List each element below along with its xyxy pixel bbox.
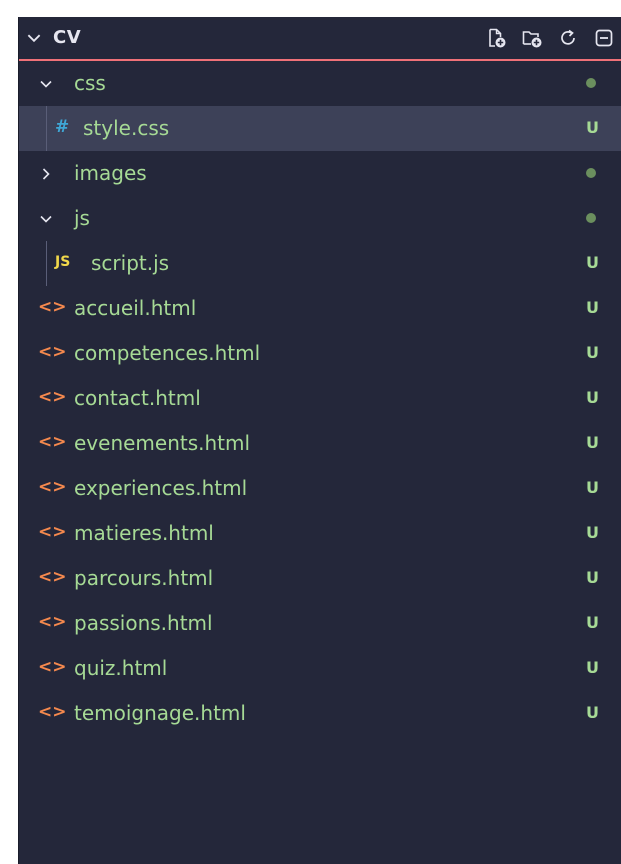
chevron-down-icon[interactable] (38, 76, 54, 92)
html-file-icon: <> (38, 432, 67, 452)
item-label: style.css (83, 116, 170, 140)
item-label: parcours.html (74, 566, 214, 590)
folder-item-js[interactable]: js (19, 196, 621, 241)
chevron-down-icon[interactable] (25, 29, 43, 47)
git-status-dot (586, 213, 596, 223)
new-folder-icon (522, 31, 542, 48)
file-item-matieres-html[interactable]: <> matieres.html U (19, 511, 621, 556)
item-label: temoignage.html (74, 701, 246, 725)
html-file-icon: <> (38, 702, 67, 722)
file-item-parcours-html[interactable]: <> parcours.html U (19, 556, 621, 601)
file-item-passions-html[interactable]: <> passions.html U (19, 601, 621, 646)
chevron-down-icon[interactable] (38, 211, 54, 227)
git-status-badge: U (586, 343, 599, 362)
item-label: css (74, 71, 106, 95)
git-status-badge: U (586, 388, 599, 407)
explorer-panel: CV css # style.css U images js JS script… (18, 17, 621, 864)
file-item-contact-html[interactable]: <> contact.html U (19, 376, 621, 421)
item-label: accueil.html (74, 296, 197, 320)
git-status-badge: U (586, 703, 599, 722)
explorer-title: CV (53, 27, 82, 48)
git-status-badge: U (586, 658, 599, 677)
git-status-badge: U (586, 613, 599, 632)
item-label: js (74, 206, 90, 230)
file-tree: css # style.css Uimages js JS script.js U <> accu… (19, 61, 621, 736)
git-status-dot (586, 78, 596, 88)
item-label: evenements.html (74, 431, 251, 455)
git-status-badge: U (586, 568, 599, 587)
file-item-accueil-html[interactable]: <> accueil.html U (19, 286, 621, 331)
folder-item-images[interactable]: images (19, 151, 621, 196)
new-file-button[interactable] (478, 23, 514, 53)
git-status-badge: U (586, 478, 599, 497)
collapse-all-icon (595, 29, 613, 47)
item-label: passions.html (74, 611, 213, 635)
html-file-icon: <> (38, 477, 67, 497)
item-label: experiences.html (74, 476, 248, 500)
item-label: images (74, 161, 147, 185)
git-status-badge: U (586, 253, 599, 272)
indent-guide (46, 241, 47, 286)
item-label: contact.html (74, 386, 201, 410)
new-file-icon (489, 28, 506, 48)
html-file-icon: <> (38, 297, 67, 317)
item-label: matieres.html (74, 521, 214, 545)
html-file-icon: <> (38, 612, 67, 632)
explorer-header[interactable]: CV (19, 17, 621, 61)
file-item-temoignage-html[interactable]: <> temoignage.html U (19, 691, 621, 736)
refresh-button[interactable] (550, 23, 586, 53)
html-file-icon: <> (38, 387, 67, 407)
git-status-badge: U (586, 523, 599, 542)
html-file-icon: <> (38, 522, 67, 542)
item-label: script.js (91, 251, 170, 275)
git-status-badge: U (586, 298, 599, 317)
html-file-icon: <> (38, 657, 67, 677)
git-status-dot (586, 168, 596, 178)
html-file-icon: <> (38, 342, 67, 362)
chevron-right-icon[interactable] (38, 166, 54, 182)
explorer-actions (478, 23, 621, 53)
file-item-script-js[interactable]: JS script.js U (19, 241, 621, 286)
file-item-style-css[interactable]: # style.css U (19, 106, 621, 151)
file-item-competences-html[interactable]: <> competences.html U (19, 331, 621, 376)
file-item-evenements-html[interactable]: <> evenements.html U (19, 421, 621, 466)
css-file-icon: # (55, 117, 70, 137)
indent-guide (46, 106, 47, 151)
js-file-icon: JS (55, 254, 71, 270)
item-label: quiz.html (74, 656, 168, 680)
item-label: competences.html (74, 341, 261, 365)
new-folder-button[interactable] (514, 23, 550, 53)
refresh-icon (561, 29, 575, 45)
folder-item-css[interactable]: css (19, 61, 621, 106)
collapse-all-button[interactable] (586, 23, 621, 53)
file-item-quiz-html[interactable]: <> quiz.html U (19, 646, 621, 691)
file-item-experiences-html[interactable]: <> experiences.html U (19, 466, 621, 511)
html-file-icon: <> (38, 567, 67, 587)
git-status-badge: U (586, 118, 599, 137)
git-status-badge: U (586, 433, 599, 452)
